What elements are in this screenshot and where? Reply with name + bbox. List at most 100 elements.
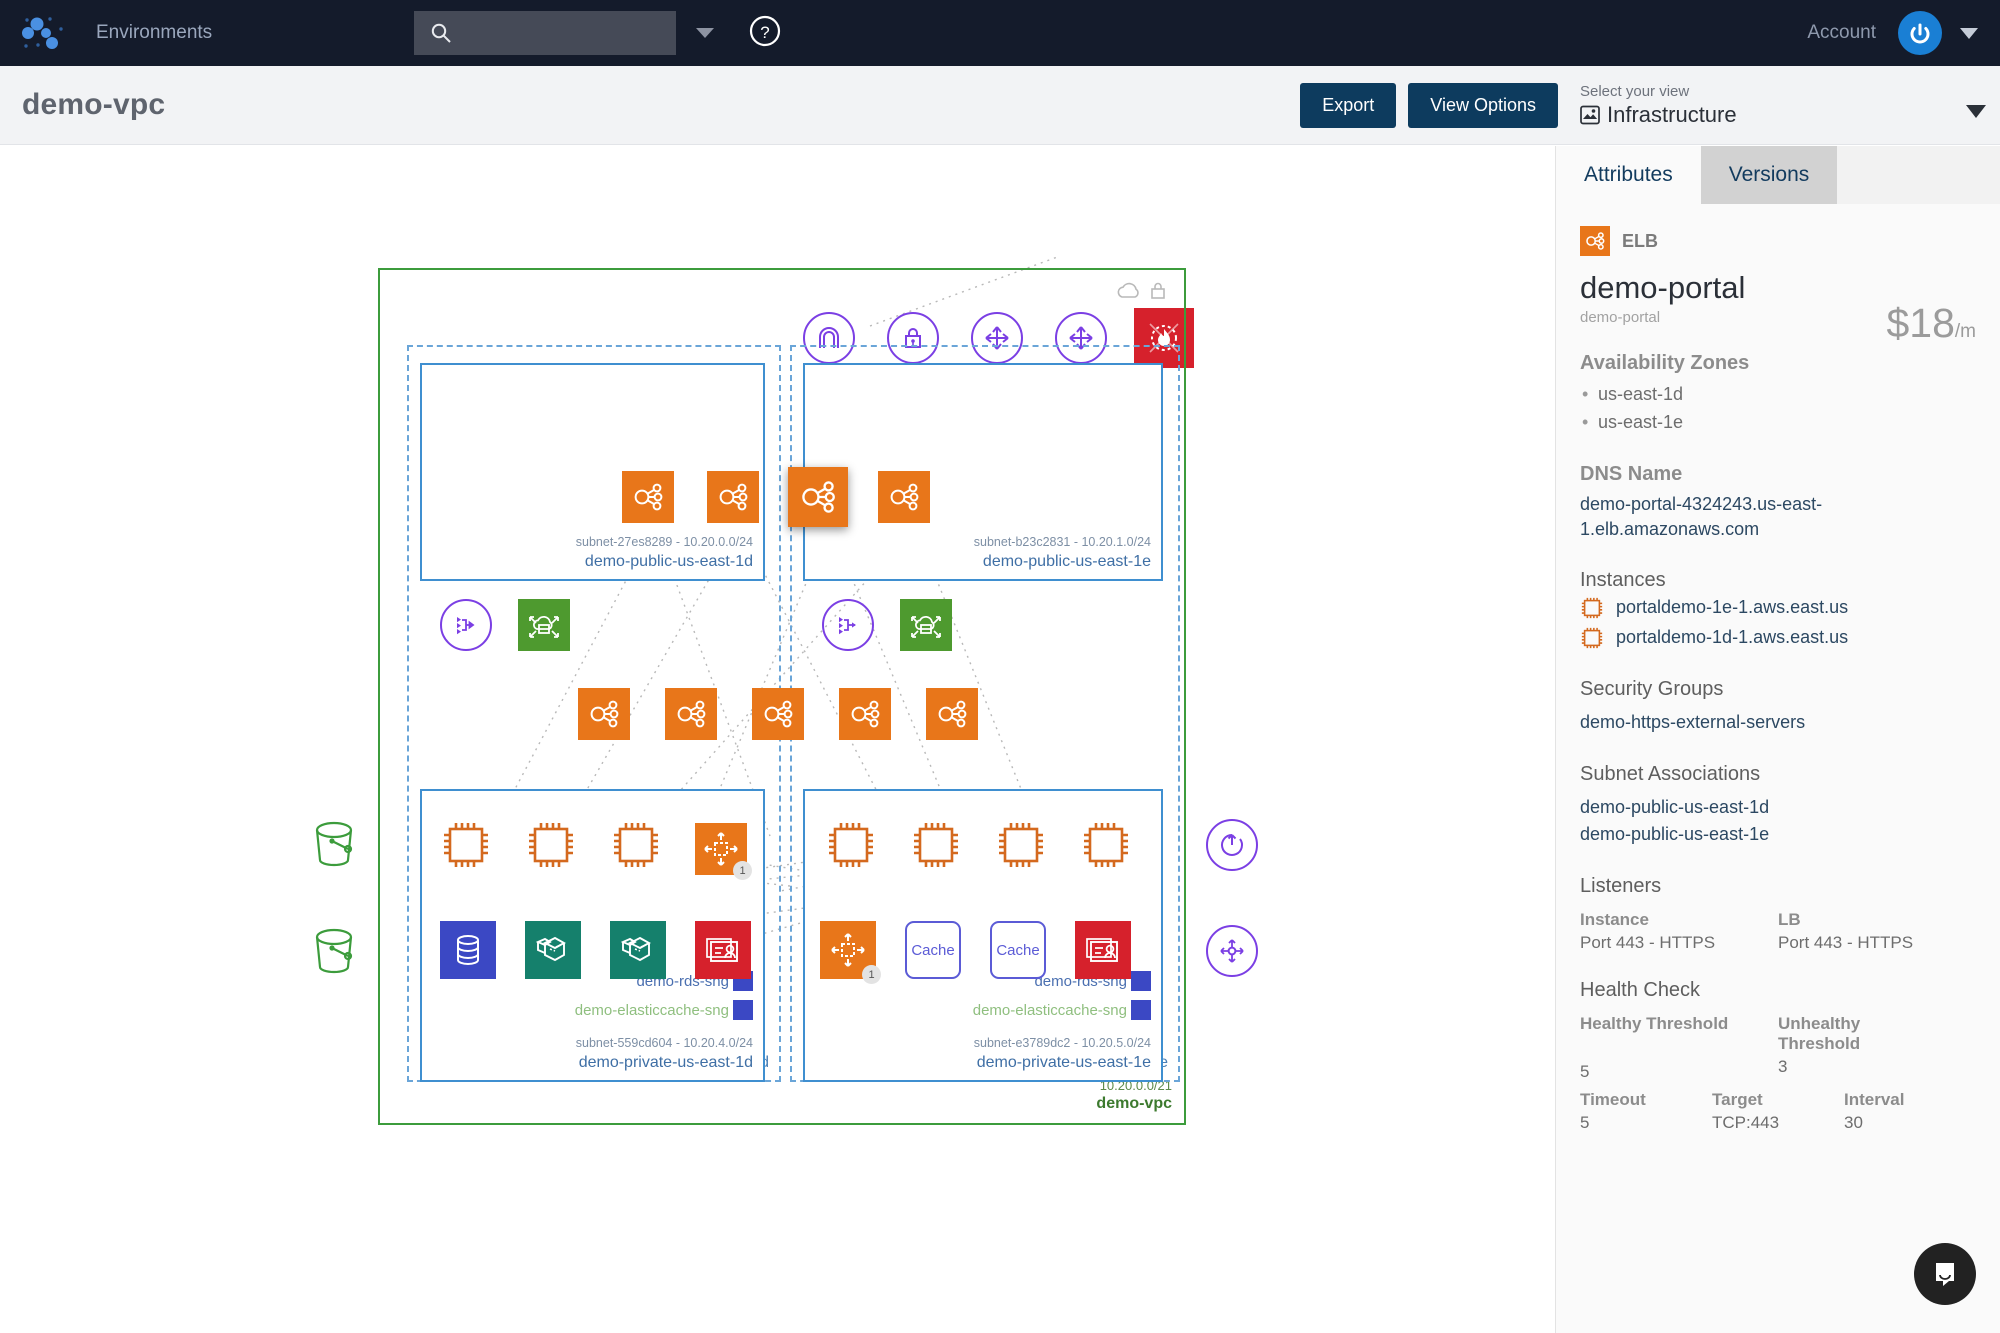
- question-circle-icon: ?: [750, 15, 781, 46]
- search-icon: [431, 23, 451, 43]
- directory-service-icon-1e[interactable]: [1075, 921, 1131, 979]
- nav-environments-link[interactable]: Environments: [96, 22, 212, 44]
- s3-bucket-icon[interactable]: [310, 819, 358, 876]
- elasticache-sng-label-1e: demo-elasticcache-sng: [972, 1002, 1127, 1019]
- view-selector-caret-icon[interactable]: [1966, 104, 1986, 118]
- elasticache-subnet-group-icon-1d[interactable]: [733, 1000, 753, 1020]
- ec2-instance-icon: [1581, 627, 1603, 648]
- unhealthy-threshold-header: Unhealthy Threshold: [1778, 1014, 1861, 1054]
- elb-2[interactable]: [707, 471, 759, 523]
- chat-support-button[interactable]: [1914, 1243, 1976, 1305]
- healthy-threshold-value: 5: [1580, 1062, 1590, 1082]
- timeout-header: Timeout: [1580, 1090, 1646, 1110]
- list-item: us-east-1e: [1580, 409, 1976, 437]
- target-value: TCP:443: [1712, 1113, 1780, 1133]
- elb-9[interactable]: [926, 688, 978, 740]
- autoscaling-count-badge-1d: 1: [733, 861, 752, 880]
- instance-link[interactable]: portaldemo-1d-1.aws.east.us: [1616, 624, 1848, 652]
- account-link[interactable]: Account: [1807, 22, 1876, 44]
- listener-instance-col: Instance Port 443 - HTTPS: [1580, 910, 1778, 953]
- help-button[interactable]: ?: [748, 14, 782, 53]
- cache-label-2: Cache: [996, 941, 1040, 959]
- rds-database-icon-1d[interactable]: [440, 921, 496, 979]
- infrastructure-diagram-canvas[interactable]: 10.20.0.0/21 demo-vpc us-east-1d us-east…: [0, 146, 1555, 1333]
- health-check-heading: Health Check: [1580, 979, 1701, 1002]
- subnet-association-link[interactable]: demo-public-us-east-1d: [1580, 794, 1976, 822]
- elb-5[interactable]: [578, 688, 630, 740]
- elasticache-subnet-group-icon-1e[interactable]: [1131, 1000, 1151, 1020]
- details-panel: Attributes Versions ELB demo-portal demo…: [1555, 146, 2000, 1333]
- lock-icon: [1151, 288, 1165, 299]
- elb-6[interactable]: [665, 688, 717, 740]
- instance-link[interactable]: portaldemo-1e-1.aws.east.us: [1616, 594, 1848, 622]
- subnet-association-link[interactable]: demo-public-us-east-1e: [1580, 821, 1976, 849]
- listener-instance-value: Port 443 - HTTPS: [1580, 933, 1716, 953]
- elb-icon: [851, 700, 880, 728]
- page-title: demo-vpc: [22, 88, 166, 121]
- search-input[interactable]: [462, 23, 653, 43]
- cache-node-1e-1[interactable]: Cache: [905, 921, 961, 979]
- directory-service-icon-1d[interactable]: [695, 921, 751, 979]
- elb-3-selected[interactable]: [788, 467, 848, 527]
- subnet-associations-heading: Subnet Associations: [1580, 762, 1761, 785]
- resource-price: $18/m: [1886, 300, 1976, 347]
- elb-icon: [719, 483, 748, 511]
- interval-header: Interval: [1844, 1090, 1905, 1110]
- route-table-icon[interactable]: [1206, 925, 1258, 977]
- listener-instance-header: Instance: [1580, 910, 1649, 930]
- autoscaling-group-1e[interactable]: 1: [820, 921, 881, 984]
- unhealthy-threshold-col: Unhealthy Threshold 3: [1778, 1014, 1976, 1082]
- nat-gateway-icon-1d[interactable]: [440, 599, 492, 651]
- ecs-container-icon-1d-1[interactable]: [525, 921, 581, 979]
- ec2-instance-icon: [1581, 597, 1603, 618]
- ec2-instance-1d-1[interactable]: [440, 819, 492, 876]
- avatar[interactable]: [1898, 11, 1942, 55]
- ec2-instance-icon: [1084, 823, 1128, 867]
- view-options-button[interactable]: View Options: [1408, 82, 1558, 128]
- svg-text:?: ?: [760, 23, 769, 42]
- ec2-instance-1e-2[interactable]: [910, 819, 962, 876]
- elb-7[interactable]: [752, 688, 804, 740]
- elb-1[interactable]: [622, 471, 674, 523]
- instance-row[interactable]: portaldemo-1d-1.aws.east.us: [1580, 624, 1976, 652]
- subnet-demo-public-us-east-1e[interactable]: subnet-b23c2831 - 10.20.1.0/24 demo-publ…: [803, 363, 1163, 581]
- listener-lb-header: LB: [1778, 910, 1801, 930]
- cache-node-1e-2[interactable]: Cache: [990, 921, 1046, 979]
- ec2-instance-1d-2[interactable]: [525, 819, 577, 876]
- healthy-threshold-col: Healthy Threshold 5: [1580, 1014, 1778, 1082]
- ec2-instance-icon: [444, 823, 488, 867]
- cloud-storage-icon-1d[interactable]: [518, 599, 570, 651]
- instance-row[interactable]: portaldemo-1e-1.aws.east.us: [1580, 594, 1976, 622]
- cloud-storage-icon-1e[interactable]: [900, 599, 952, 651]
- interval-col: Interval 30: [1844, 1090, 1976, 1133]
- nat-gateway-icon-1e[interactable]: [822, 599, 874, 651]
- ec2-instance-1e-4[interactable]: [1080, 819, 1132, 876]
- search-dropdown-caret-icon[interactable]: [696, 28, 715, 38]
- rds-subnet-group-icon-1e[interactable]: [1131, 971, 1151, 991]
- elb-4[interactable]: [878, 471, 930, 523]
- elastic-ip-icon[interactable]: [1206, 819, 1258, 871]
- security-group-link[interactable]: demo-https-external-servers: [1580, 709, 1976, 737]
- instances-heading: Instances: [1580, 568, 1666, 591]
- export-button[interactable]: Export: [1300, 82, 1397, 128]
- ec2-instance-1e-1[interactable]: [825, 819, 877, 876]
- view-selector[interactable]: Select your view Infrastructure: [1580, 83, 2000, 128]
- elb-icon: [938, 700, 967, 728]
- global-search[interactable]: [414, 11, 715, 55]
- ec2-instance-icon: [829, 823, 873, 867]
- list-item: us-east-1d: [1580, 381, 1976, 409]
- elb-8[interactable]: [839, 688, 891, 740]
- autoscaling-group-1d[interactable]: 1: [695, 823, 752, 880]
- ec2-instance-1d-3[interactable]: [610, 819, 662, 876]
- elasticache-sng-label-1d: demo-elasticcache-sng: [574, 1002, 729, 1019]
- health-check-params: Timeout 5 Target TCP:443 Interval 30: [1580, 1090, 1976, 1133]
- ec2-instance-1e-3[interactable]: [995, 819, 1047, 876]
- target-col: Target TCP:443: [1712, 1090, 1844, 1133]
- account-dropdown-caret-icon[interactable]: [1960, 27, 1978, 39]
- s3-bucket-icon-2[interactable]: [310, 926, 358, 983]
- tab-attributes[interactable]: Attributes: [1556, 146, 1701, 204]
- price-amount: $18: [1886, 300, 1955, 346]
- ecs-container-icon-1d-2[interactable]: [610, 921, 666, 979]
- brand-logo[interactable]: [0, 13, 88, 53]
- tab-versions[interactable]: Versions: [1700, 146, 1838, 204]
